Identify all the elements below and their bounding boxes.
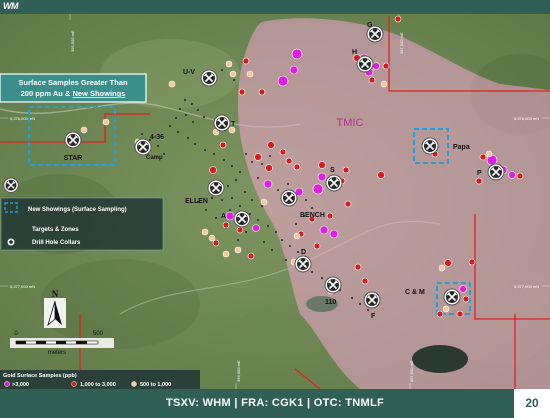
top-bar: WM — [0, 0, 550, 14]
target-label-c-m: C & M — [405, 289, 425, 296]
target-label-u-v: U-V — [183, 69, 195, 76]
title-line2: 200 ppm Au & New Showings — [21, 89, 126, 98]
target-label-4-36: 4-36 — [150, 134, 164, 141]
grid-label: 5,378,000 mN — [514, 116, 539, 121]
geology-map: 5,378,000 mN 5,377,000 mN 5,378,000 mN 5… — [0, 14, 550, 389]
footer-bar: TSXV: WHM | FRA: CGK1 | OTC: TNMLF 20 — [0, 389, 550, 418]
grid-label: 5,377,000 mN — [514, 284, 539, 289]
target-label-d: D — [301, 249, 306, 256]
svg-text:meters: meters — [48, 350, 66, 356]
camp-label: Camp — [146, 155, 163, 161]
target-label-s: S — [330, 167, 335, 174]
legend-new-showings: New Showings (Surface Sampling) — [28, 207, 127, 213]
target-label-g: G — [367, 22, 373, 29]
grid-label: 397,500 mE — [399, 32, 404, 54]
slide: WM 5,378,000 mN 5,377,000 mN 5,378,000 m… — [0, 0, 550, 418]
target-label-f: F — [371, 313, 376, 320]
company-logo: WM — [3, 1, 19, 11]
target-label-papa: Papa — [453, 144, 470, 151]
grid-label: 395,500 mE — [70, 30, 75, 52]
target-label-110: 110 — [325, 299, 336, 306]
svg-text:1,000 to 3,000: 1,000 to 3,000 — [80, 382, 116, 388]
ticker-symbols: TSXV: WHM | FRA: CGK1 | OTC: TNMLF — [165, 397, 384, 409]
grid-label: 399,000 mE — [236, 360, 241, 382]
target-label-p: P — [477, 170, 482, 177]
target-label-h: H — [352, 49, 357, 56]
target-label-bench: BENCH — [300, 212, 325, 219]
svg-text:N: N — [52, 289, 59, 299]
svg-text:500: 500 — [93, 331, 104, 337]
legend-targets: Targets & Zones — [32, 227, 79, 233]
page-number: 20 — [514, 389, 550, 418]
sample-legend: Gold Surface Samples (ppb) >3,000 1,000 … — [0, 370, 200, 389]
target-label-t: T — [231, 121, 236, 128]
target-label-a: A — [221, 213, 226, 220]
lake — [412, 345, 468, 373]
title-line1: Surface Samples Greater Than — [18, 78, 128, 87]
svg-text:Gold Surface Samples (ppb): Gold Surface Samples (ppb) — [3, 373, 77, 379]
target-label-star: STAR — [64, 155, 83, 162]
legend-drill: Drill Hole Collars — [32, 240, 81, 246]
grid-label: 397,500 mE — [409, 360, 414, 382]
grid-label: 5,378,000 mN — [10, 116, 35, 121]
svg-text:>3,000: >3,000 — [12, 382, 29, 388]
tmic-label: TMIC — [337, 117, 364, 129]
svg-text:500 to 1,000: 500 to 1,000 — [140, 382, 171, 388]
grid-label: 5,377,000 mN — [10, 284, 35, 289]
title-box: Surface Samples Greater Than 200 ppm Au … — [0, 73, 147, 103]
target-label-ellen: ELLEN — [185, 198, 208, 205]
